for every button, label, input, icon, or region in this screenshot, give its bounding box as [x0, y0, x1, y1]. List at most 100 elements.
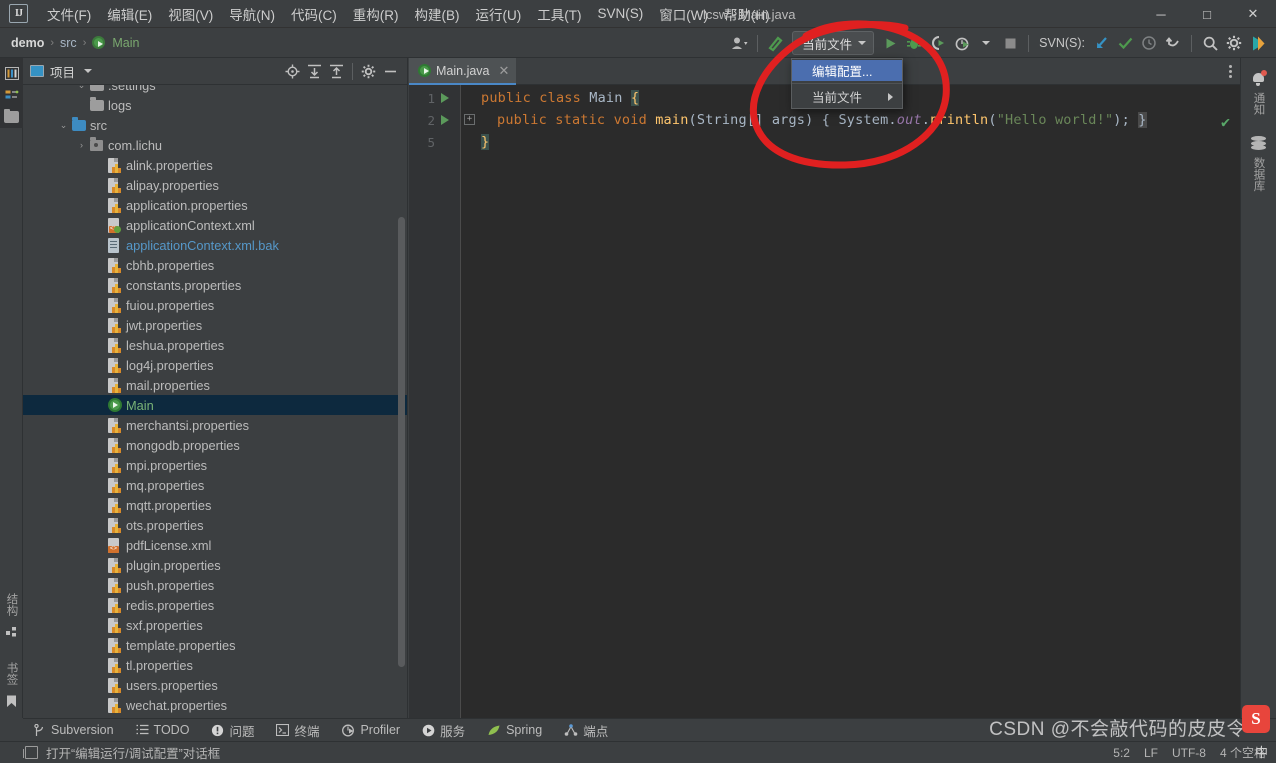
tree-row[interactable]: merchantsi.properties	[23, 415, 407, 435]
menu-tools[interactable]: 工具(T)	[529, 0, 589, 28]
chevron-down-icon[interactable]	[84, 69, 93, 73]
close-icon[interactable]: ✕	[499, 63, 510, 79]
tree-row[interactable]: template.properties	[23, 635, 407, 655]
run-with-coverage-icon[interactable]	[926, 30, 950, 56]
ide-features-icon[interactable]	[1246, 30, 1270, 56]
project-tree-scrollbar[interactable]	[398, 217, 405, 667]
menu-svn[interactable]: SVN(S)	[590, 2, 652, 25]
tree-row[interactable]: mqtt.properties	[23, 495, 407, 515]
caret-position[interactable]: 5:2	[1113, 746, 1130, 760]
tool-window-profiler[interactable]: Profiler	[330, 719, 411, 742]
tree-row[interactable]: fuiou.properties	[23, 295, 407, 315]
run-icon[interactable]	[878, 30, 902, 56]
stop-icon[interactable]	[998, 30, 1022, 56]
tree-row[interactable]: › com.lichu	[23, 135, 407, 155]
settings-gear-icon[interactable]	[1222, 30, 1246, 56]
tree-row[interactable]: cbhb.properties	[23, 255, 407, 275]
tree-row[interactable]: ⌄ src	[23, 115, 407, 135]
tree-row[interactable]: <> pdfLicense.xml	[23, 535, 407, 555]
tree-row[interactable]: log4j.properties	[23, 355, 407, 375]
tree-expand-toggle[interactable]: ›	[75, 140, 88, 150]
strip-label-bookmarks[interactable]: 书签	[4, 659, 20, 688]
tool-window-subversion[interactable]: Subversion	[23, 719, 125, 742]
tree-row[interactable]: push.properties	[23, 575, 407, 595]
tool-window-services[interactable]: 服务	[411, 719, 476, 742]
tree-row[interactable]: logs	[23, 95, 407, 115]
svn-commit-icon[interactable]	[1113, 30, 1137, 56]
tree-row[interactable]: redis.properties	[23, 595, 407, 615]
maximize-button[interactable]: □	[1184, 0, 1230, 28]
tree-expand-toggle[interactable]: ⌄	[75, 85, 88, 91]
menu-view[interactable]: 视图(V)	[160, 0, 221, 28]
tree-row[interactable]: ⌄ .settings	[23, 85, 407, 95]
tool-window-spring[interactable]: Spring	[476, 719, 553, 742]
structure-folder-icon[interactable]	[0, 106, 23, 128]
database-icon[interactable]	[1241, 132, 1276, 154]
svn-update-icon[interactable]	[1089, 30, 1113, 56]
inspection-status-icon[interactable]: ✔	[1221, 113, 1230, 131]
tree-row[interactable]: alipay.properties	[23, 175, 407, 195]
tree-row[interactable]: application.properties	[23, 195, 407, 215]
tree-row[interactable]: jwt.properties	[23, 315, 407, 335]
breadcrumb-main[interactable]: Main	[112, 36, 139, 50]
menu-run[interactable]: 运行(U)	[468, 0, 530, 28]
more-options-icon[interactable]	[1229, 65, 1232, 78]
tree-row[interactable]: wechat.properties	[23, 695, 407, 715]
menu-refactor[interactable]: 重构(R)	[345, 0, 407, 28]
fold-expand-icon[interactable]: +	[464, 114, 475, 125]
tool-window-todo[interactable]: TODO	[125, 719, 201, 742]
menu-build[interactable]: 构建(B)	[407, 0, 468, 28]
menu-item-current-file[interactable]: 当前文件	[792, 86, 902, 107]
editor-tab-main-java[interactable]: Main.java ✕	[409, 58, 517, 85]
profile-dropdown-icon[interactable]	[974, 30, 998, 56]
tree-row[interactable]: applicationContext.xml.bak	[23, 235, 407, 255]
tree-row-selected[interactable]: Main	[23, 395, 407, 415]
expand-all-icon[interactable]	[305, 62, 324, 81]
tree-row[interactable]: plugin.properties	[23, 555, 407, 575]
tree-row[interactable]: alink.properties	[23, 155, 407, 175]
breadcrumb-project[interactable]: demo	[11, 36, 44, 50]
tree-row[interactable]: tl.properties	[23, 655, 407, 675]
settings-gear-icon[interactable]	[359, 62, 378, 81]
code-editor[interactable]: 1 public class Main { 2 + public static …	[409, 85, 1240, 718]
minimize-button[interactable]: ─	[1138, 0, 1184, 28]
notifications-bell-icon[interactable]	[1241, 67, 1276, 89]
breadcrumb-src[interactable]: src	[60, 36, 77, 50]
editor-gutter[interactable]	[409, 85, 461, 718]
commit-icon[interactable]	[0, 84, 23, 106]
close-button[interactable]: ✕	[1230, 0, 1276, 28]
build-hammer-icon[interactable]	[764, 30, 788, 56]
profile-icon[interactable]	[950, 30, 974, 56]
run-gutter-icon[interactable]	[441, 115, 449, 125]
right-strip-label-database[interactable]: 数据库	[1251, 154, 1267, 195]
menu-navigate[interactable]: 导航(N)	[221, 0, 283, 28]
menu-code[interactable]: 代码(C)	[283, 0, 345, 28]
tree-row[interactable]: ots.properties	[23, 515, 407, 535]
file-encoding[interactable]: UTF-8	[1172, 746, 1206, 760]
line-separator[interactable]: LF	[1144, 746, 1158, 760]
strip-label-structure[interactable]: 结构	[4, 590, 20, 619]
locate-target-icon[interactable]	[283, 62, 302, 81]
run-gutter-icon[interactable]	[441, 93, 449, 103]
tree-row[interactable]: leshua.properties	[23, 335, 407, 355]
search-everywhere-icon[interactable]	[1198, 30, 1222, 56]
tool-window-endpoints[interactable]: 端点	[553, 719, 619, 742]
tree-row[interactable]: mq.properties	[23, 475, 407, 495]
structure-icon[interactable]	[0, 621, 23, 643]
debug-icon[interactable]	[902, 30, 926, 56]
tree-row[interactable]: mpi.properties	[23, 455, 407, 475]
bookmark-icon[interactable]	[0, 690, 23, 712]
project-file-tree[interactable]: ⌄ .settings logs ⌄ src› com.lichu alink.proper…	[23, 85, 407, 718]
menu-item-edit-configurations[interactable]: 编辑配置...	[792, 60, 902, 81]
tree-row[interactable]: mail.properties	[23, 375, 407, 395]
tree-row[interactable]: <> applicationContext.xml	[23, 215, 407, 235]
menu-edit[interactable]: 编辑(E)	[99, 0, 160, 28]
user-avatar-icon[interactable]	[727, 30, 751, 56]
tree-row[interactable]: mongodb.properties	[23, 435, 407, 455]
svn-history-icon[interactable]	[1137, 30, 1161, 56]
tree-expand-toggle[interactable]: ⌄	[57, 120, 70, 131]
tree-row[interactable]: sxf.properties	[23, 615, 407, 635]
collapse-all-icon[interactable]	[327, 62, 346, 81]
tree-row[interactable]: constants.properties	[23, 275, 407, 295]
menu-file[interactable]: 文件(F)	[39, 0, 99, 28]
